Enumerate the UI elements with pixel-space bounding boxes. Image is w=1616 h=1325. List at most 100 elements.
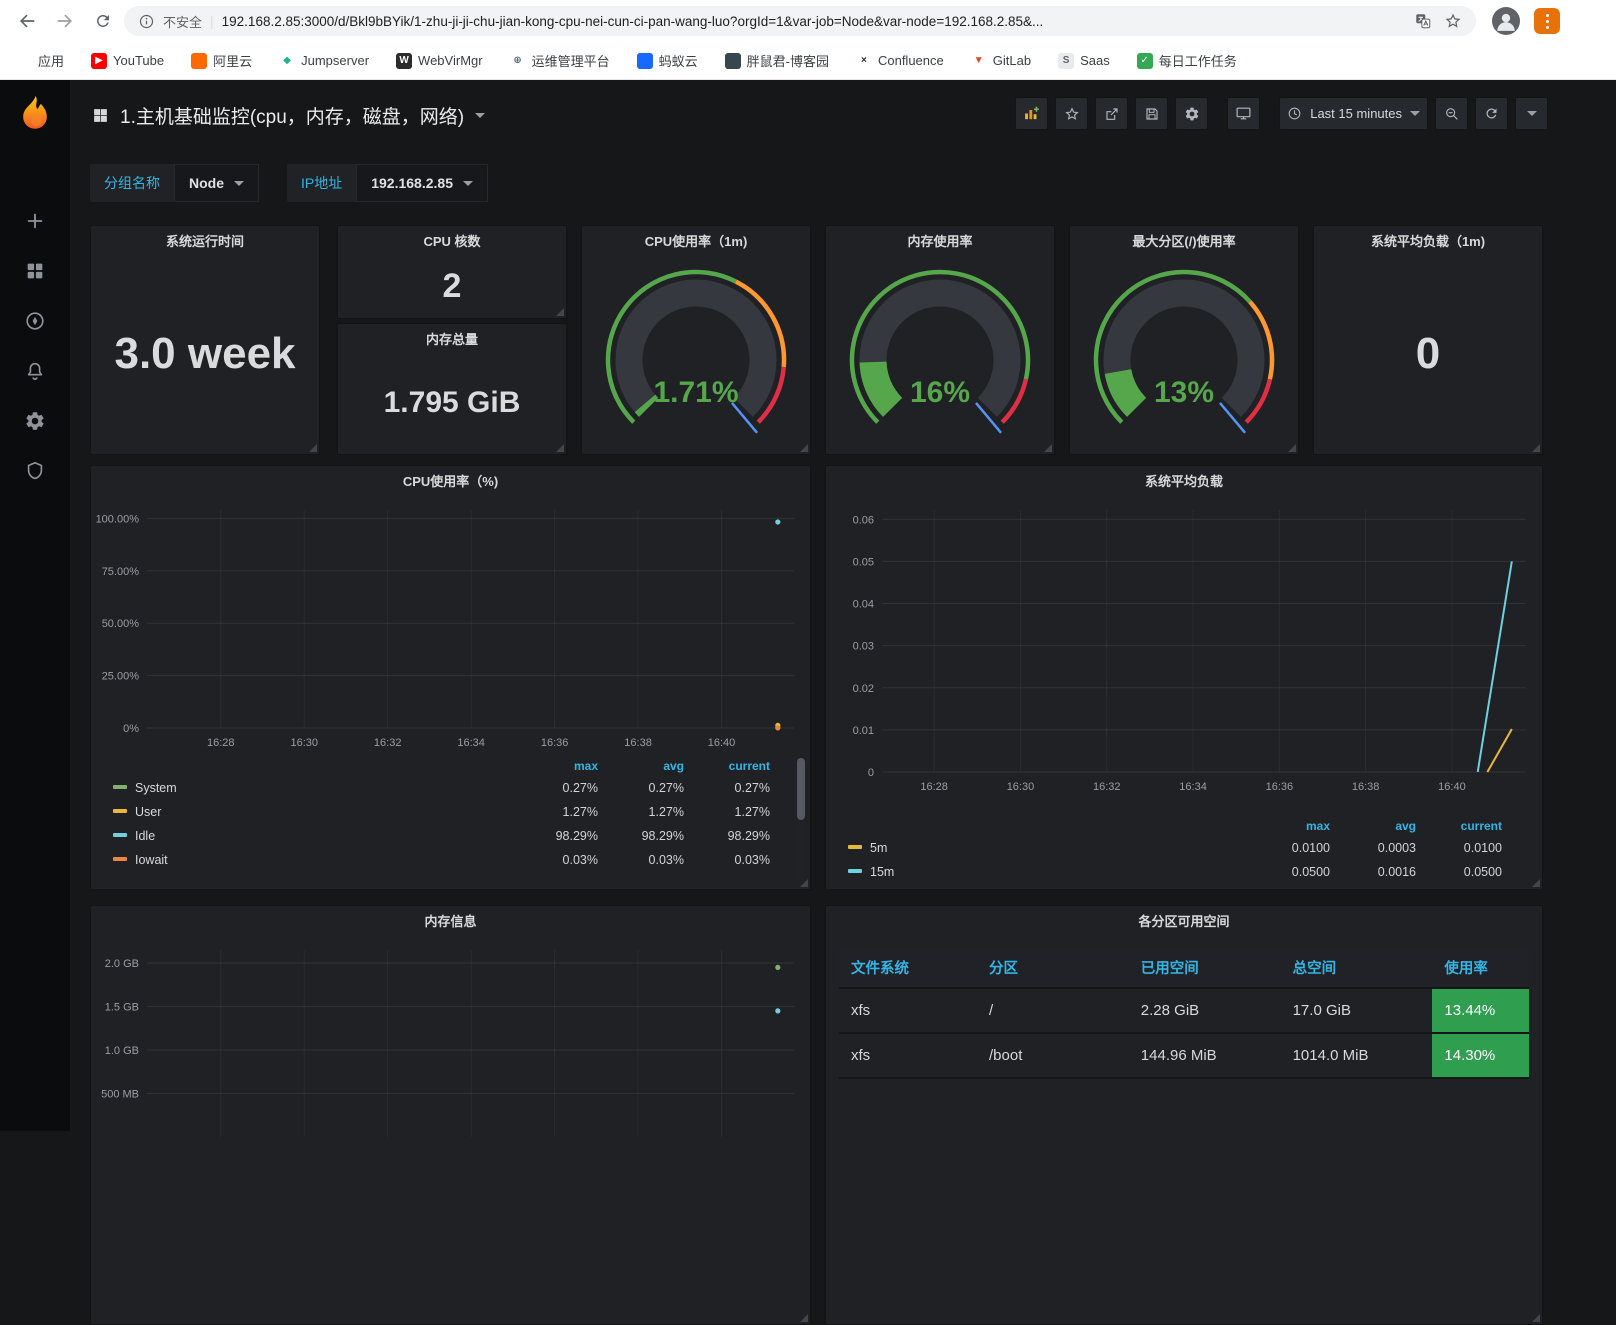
graph-legend: maxavgcurrentSystem0.27%0.27%0.27%User1.…: [91, 754, 810, 872]
dashboard-grid-icon[interactable]: [92, 107, 109, 124]
svg-text:100.00%: 100.00%: [96, 513, 140, 525]
panel-title[interactable]: 系统平均负载（1m): [1314, 226, 1542, 254]
table-column-header[interactable]: 文件系统: [839, 948, 977, 988]
series-label[interactable]: System: [107, 776, 518, 800]
cpu-usage-graph[interactable]: 16:2816:3016:3216:3416:3616:3816:400%25.…: [91, 494, 810, 889]
series-label[interactable]: Idle: [107, 824, 518, 848]
table-row: xfs/2.28 GiB17.0 GiB13.44%: [839, 988, 1529, 1033]
panel-title[interactable]: 内存信息: [91, 906, 810, 934]
uptime-stat: 3.0 week: [91, 254, 319, 454]
memory-info-graph[interactable]: 500 MB1.0 GB1.5 GB2.0 GB: [91, 934, 810, 1324]
bookmark-favicon: W: [396, 53, 412, 69]
refresh-interval-dropdown[interactable]: [1515, 97, 1548, 130]
sidebar-dashboards-icon[interactable]: [24, 260, 46, 282]
back-button[interactable]: [10, 4, 44, 38]
bookmark-item[interactable]: ✓每日工作任务: [1137, 51, 1237, 70]
bookmark-label: YouTube: [113, 53, 164, 68]
panel-title[interactable]: 系统运行时间: [91, 226, 319, 254]
gauge-chart: 1.71%: [582, 254, 810, 454]
browser-menu-icon[interactable]: [1534, 8, 1560, 34]
info-icon[interactable]: [138, 13, 155, 30]
series-swatch: [113, 809, 127, 813]
bookmark-item[interactable]: WWebVirMgr: [396, 53, 483, 69]
panel-title[interactable]: 系统平均负载: [826, 466, 1542, 494]
svg-text:2.0 GB: 2.0 GB: [105, 958, 139, 970]
panel-title[interactable]: 最大分区(/)使用率: [1070, 226, 1298, 254]
grafana-logo[interactable]: [14, 94, 56, 136]
tv-mode-button[interactable]: [1227, 97, 1260, 130]
panel-title[interactable]: 各分区可用空间: [826, 906, 1542, 934]
bookmark-favicon: ×: [856, 53, 872, 69]
line-chart: 500 MB1.0 GB1.5 GB2.0 GB: [91, 940, 810, 1163]
mem-usage-gauge: 16%: [826, 254, 1054, 454]
svg-text:50.00%: 50.00%: [102, 618, 140, 630]
legend-column-header[interactable]: avg: [604, 756, 690, 776]
dashboard-settings-button[interactable]: [1175, 97, 1208, 130]
series-label[interactable]: 15m: [842, 860, 1250, 884]
bookmark-item[interactable]: 阿里云: [191, 51, 252, 70]
dashboard-title[interactable]: 1.主机基础监控(cpu，内存，磁盘，网络): [120, 102, 464, 129]
sidebar-configuration-icon[interactable]: [24, 410, 46, 432]
table-column-header[interactable]: 总空间: [1281, 948, 1433, 988]
load-average-graph[interactable]: 16:2816:3016:3216:3416:3616:3816:4000.01…: [826, 494, 1542, 889]
table-row: xfs/boot144.96 MiB1014.0 MiB14.30%: [839, 1033, 1529, 1078]
svg-text:16:40: 16:40: [708, 737, 736, 749]
legend-column-header[interactable]: avg: [1336, 816, 1422, 836]
time-range-picker[interactable]: Last 15 minutes: [1279, 97, 1428, 130]
variable-value-dropdown[interactable]: Node: [174, 164, 259, 202]
sidebar-alerting-icon[interactable]: [24, 360, 46, 382]
legend-scrollbar-thumb[interactable]: [797, 758, 805, 820]
bookmark-item[interactable]: ▼GitLab: [971, 53, 1031, 69]
bookmark-star-icon[interactable]: [1444, 12, 1462, 30]
url-bar[interactable]: 不安全 | 192.168.2.85:3000/d/Bkl9bBYik/1-zh…: [124, 6, 1476, 36]
bookmark-item[interactable]: 应用: [16, 51, 64, 70]
save-dashboard-button[interactable]: [1135, 97, 1168, 130]
sidebar-add-icon[interactable]: [24, 210, 46, 232]
bookmark-item[interactable]: 胖鼠君-博客园: [725, 51, 829, 70]
bookmark-item[interactable]: ▶YouTube: [91, 53, 164, 69]
legend-column-header[interactable]: max: [518, 756, 604, 776]
panel-load-graph: 系统平均负载 16:2816:3016:3216:3416:3616:3816:…: [825, 465, 1543, 890]
star-dashboard-button[interactable]: [1055, 97, 1088, 130]
bookmark-favicon: [191, 53, 207, 69]
add-panel-button[interactable]: [1015, 97, 1048, 130]
series-label[interactable]: Iowait: [107, 848, 518, 872]
refresh-dashboard-button[interactable]: [1475, 97, 1508, 130]
table-cell: xfs: [839, 1033, 977, 1078]
panel-disk-gauge: 最大分区(/)使用率 13%: [1069, 225, 1299, 455]
title-caret-icon[interactable]: [475, 113, 485, 118]
bookmark-favicon: ✓: [1137, 53, 1153, 69]
share-dashboard-button[interactable]: [1095, 97, 1128, 130]
legend-column-header[interactable]: max: [1250, 816, 1336, 836]
panel-title[interactable]: CPU使用率（%): [91, 466, 810, 494]
chevron-down-icon: [234, 181, 244, 186]
bookmark-item[interactable]: ◆Jumpserver: [279, 53, 369, 69]
table-column-header[interactable]: 分区: [977, 948, 1129, 988]
refresh-page-button[interactable]: [86, 4, 120, 38]
bookmark-item[interactable]: SSaas: [1058, 53, 1110, 69]
table-column-header[interactable]: 已用空间: [1129, 948, 1281, 988]
series-label[interactable]: User: [107, 800, 518, 824]
sidebar-explore-icon[interactable]: [24, 310, 46, 332]
panel-title[interactable]: 内存使用率: [826, 226, 1054, 254]
forward-button[interactable]: [48, 4, 82, 38]
table-column-header[interactable]: 使用率: [1432, 948, 1529, 988]
series-label[interactable]: 5m: [842, 836, 1250, 860]
translate-icon[interactable]: [1414, 12, 1432, 30]
stat-value: 3.0 week: [114, 329, 295, 379]
panel-title[interactable]: CPU使用率（1m): [582, 226, 810, 254]
stat-value: 1.795 GiB: [384, 386, 521, 420]
gauge-value: 1.71%: [653, 376, 738, 409]
zoom-out-button[interactable]: [1435, 97, 1468, 130]
legend-column-header[interactable]: current: [1422, 816, 1508, 836]
legend-value: 0.03%: [518, 848, 604, 872]
bookmark-item[interactable]: 蚂蚁云: [637, 51, 698, 70]
legend-column-header[interactable]: current: [690, 756, 776, 776]
bookmark-item[interactable]: ×Confluence: [856, 53, 944, 69]
variable-value-dropdown[interactable]: 192.168.2.85: [356, 164, 488, 202]
bookmark-item[interactable]: ⊕运维管理平台: [510, 51, 610, 70]
sidebar-admin-shield-icon[interactable]: [24, 460, 46, 482]
panel-title[interactable]: 内存总量: [338, 324, 566, 352]
panel-title[interactable]: CPU 核数: [338, 226, 566, 254]
profile-avatar[interactable]: [1492, 7, 1520, 35]
